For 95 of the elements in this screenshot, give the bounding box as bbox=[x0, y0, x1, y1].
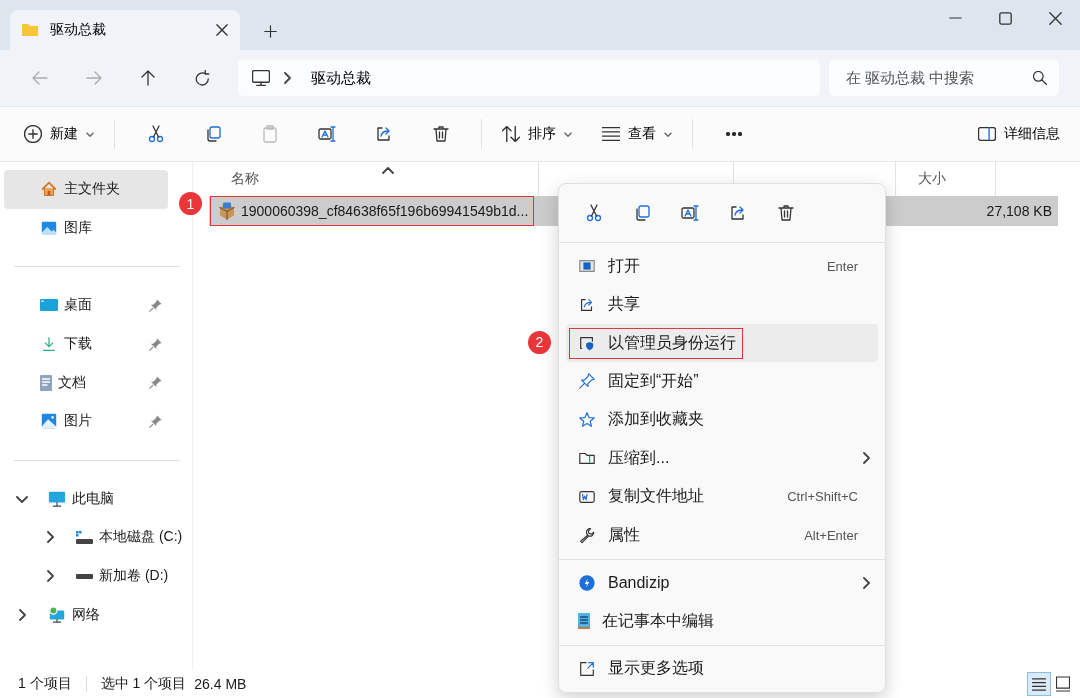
refresh-icon bbox=[194, 70, 210, 86]
menu-item[interactable]: 打开 Enter bbox=[566, 246, 878, 286]
folder-icon bbox=[22, 24, 38, 36]
monitor-icon bbox=[252, 70, 270, 86]
drive-icon bbox=[76, 573, 93, 579]
tree-item[interactable]: 此电脑 bbox=[4, 479, 192, 519]
expand-chevron-icon[interactable] bbox=[46, 531, 54, 544]
sort-button[interactable]: 排序 bbox=[494, 119, 580, 149]
lines-icon bbox=[602, 127, 620, 141]
size-cell-text: 27,108 KB bbox=[986, 203, 1053, 219]
maximize-icon bbox=[998, 11, 1012, 25]
star-icon bbox=[578, 410, 596, 429]
notepad-icon bbox=[578, 613, 590, 630]
sidebar-item[interactable]: 下载 bbox=[4, 324, 168, 364]
desktop-icon bbox=[40, 299, 58, 312]
search-icon bbox=[1033, 71, 1047, 85]
address-bar[interactable]: 驱动总裁 bbox=[238, 60, 820, 96]
menu-item[interactable]: 压缩到... bbox=[566, 439, 878, 478]
panel-icon bbox=[978, 127, 996, 141]
sidebar-item[interactable]: 文档 bbox=[4, 363, 168, 402]
selection-size: 26.4 MB bbox=[194, 676, 247, 692]
caret-icon bbox=[564, 131, 572, 137]
tile-icon bbox=[1056, 676, 1070, 692]
submenu-chevron-icon[interactable] bbox=[863, 452, 870, 465]
delete-icon bbox=[776, 202, 796, 223]
rename-icon bbox=[316, 124, 337, 144]
menu-item[interactable]: Bandizip bbox=[566, 563, 878, 603]
sidebar-item[interactable]: 主文件夹 bbox=[4, 170, 168, 209]
shortcut-label: Alt+Enter bbox=[804, 527, 858, 543]
column-header[interactable]: 大小 bbox=[918, 170, 946, 188]
file-name: 1900060398_cf84638f65f196b69941549b1d... bbox=[241, 203, 529, 219]
collapse-chevron-icon[interactable] bbox=[16, 494, 28, 503]
forward-arrow-icon bbox=[86, 71, 102, 85]
details-pane-button[interactable]: 详细信息 bbox=[970, 119, 1068, 149]
pin-icon[interactable] bbox=[149, 299, 162, 312]
menu-item[interactable]: 在记事本中编辑 bbox=[566, 602, 878, 641]
submenu-chevron-icon[interactable] bbox=[863, 576, 870, 589]
sidebar-item[interactable]: 图片 bbox=[4, 401, 168, 441]
folder-tab[interactable]: 驱动总裁 bbox=[10, 10, 240, 50]
tree-item[interactable]: 本地磁盘 (C:) bbox=[4, 518, 192, 557]
rename-icon bbox=[680, 202, 700, 223]
network-icon bbox=[48, 605, 66, 624]
caret-icon bbox=[664, 131, 672, 137]
shield-icon bbox=[578, 334, 596, 352]
tree-item[interactable]: 新加卷 (D:) bbox=[4, 556, 192, 596]
shortcut-label: Ctrl+Shift+C bbox=[787, 489, 858, 505]
house-icon bbox=[40, 180, 58, 199]
drive-icon bbox=[76, 530, 93, 544]
expand-icon bbox=[578, 659, 596, 678]
list-icon bbox=[1032, 677, 1046, 691]
menu-item[interactable]: 显示更多选项 bbox=[566, 649, 878, 688]
menu-item[interactable]: 复制文件地址 Ctrl+Shift+C bbox=[566, 477, 878, 517]
monitor-icon bbox=[48, 489, 66, 508]
pin-icon[interactable] bbox=[149, 376, 162, 390]
document-icon bbox=[40, 374, 52, 391]
new-button[interactable]: 新建 bbox=[16, 119, 102, 149]
menu-item[interactable]: 添加到收藏夹 bbox=[566, 400, 878, 440]
download-icon bbox=[40, 335, 58, 354]
cut-icon bbox=[584, 202, 604, 223]
details-view-button[interactable] bbox=[1027, 672, 1051, 696]
shortcut-label: Enter bbox=[826, 258, 858, 274]
menu-item[interactable]: 共享 bbox=[566, 285, 878, 324]
wrench-icon bbox=[578, 526, 596, 545]
sort-arrows-icon bbox=[502, 126, 520, 142]
back-arrow-icon bbox=[32, 71, 48, 85]
menu-item[interactable]: 属性 Alt+Enter bbox=[566, 516, 878, 555]
sidebar-item[interactable]: 桌面 bbox=[4, 286, 168, 325]
sidebar-item[interactable]: 图库 bbox=[4, 208, 168, 248]
minimize-icon bbox=[948, 17, 962, 19]
pin-icon[interactable] bbox=[149, 414, 162, 428]
expand-chevron-icon[interactable] bbox=[18, 608, 26, 621]
installer-package-icon bbox=[219, 202, 235, 220]
caret-icon bbox=[86, 131, 94, 137]
search-field[interactable]: 在 驱动总裁 中搜索 bbox=[829, 60, 1059, 96]
breadcrumb[interactable]: 驱动总裁 bbox=[305, 68, 377, 88]
selection-count: 选中 1 个项目 bbox=[100, 675, 187, 693]
close-icon[interactable] bbox=[216, 24, 228, 36]
bolt-circle-icon bbox=[578, 573, 596, 592]
callout-badge: 1 bbox=[179, 192, 202, 215]
up-arrow-icon bbox=[141, 70, 155, 86]
close-icon bbox=[1048, 11, 1062, 25]
menu-item[interactable]: 固定到“开始” bbox=[566, 362, 878, 401]
view-button[interactable]: 查看 bbox=[594, 119, 680, 149]
picture-icon bbox=[40, 412, 58, 431]
more-icon bbox=[725, 132, 742, 136]
sort-caret-icon[interactable] bbox=[382, 167, 394, 175]
expand-chevron-icon[interactable] bbox=[46, 570, 54, 583]
pin-icon[interactable] bbox=[149, 337, 162, 351]
pin-icon bbox=[578, 372, 596, 391]
plus-icon bbox=[264, 25, 277, 38]
item-count: 1 个项目 bbox=[18, 675, 72, 693]
column-header[interactable]: 名称 bbox=[231, 170, 259, 188]
tree-item[interactable]: 网络 bbox=[4, 595, 192, 634]
chevron-icon[interactable] bbox=[284, 72, 291, 84]
callout-badge: 2 bbox=[528, 330, 551, 354]
